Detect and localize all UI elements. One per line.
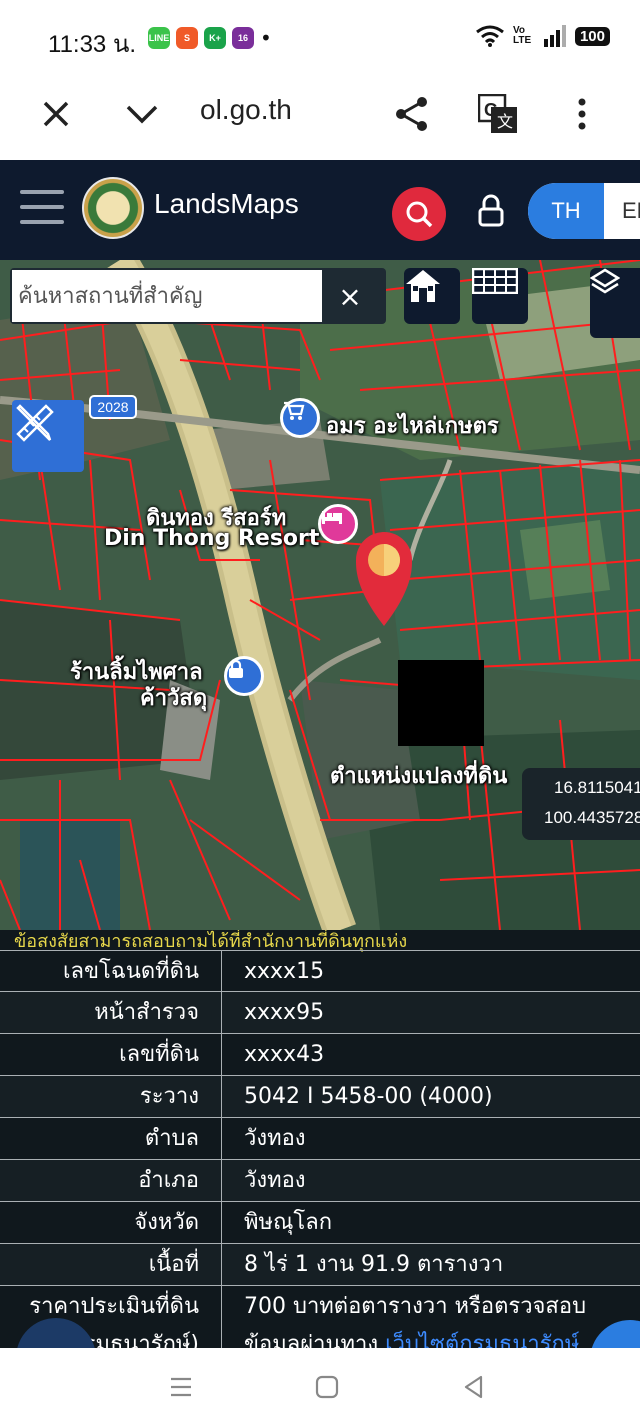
table-row: เลขโฉนดที่ดิน xxxx15 <box>0 950 640 992</box>
home-view-button[interactable] <box>404 268 460 324</box>
kplus-app-icon: K+ <box>204 27 226 49</box>
lang-th-option[interactable]: TH <box>528 183 604 239</box>
back-nav-icon[interactable] <box>458 1372 488 1402</box>
coordinate-readout: 16.8115041 100.4435728 <box>522 768 640 840</box>
battery-indicator: 100 <box>574 26 610 46</box>
row-value: วังทอง <box>244 1168 306 1193</box>
poi-label-resort-en: Din Thong Resort <box>104 526 320 551</box>
hotel-bed-icon[interactable] <box>318 504 358 544</box>
parcel-location-label: ตำแหน่งแปลงที่ดิน <box>330 764 508 789</box>
row-label: อำเภอ <box>0 1160 222 1201</box>
status-indicators: Vo LTE 100 <box>475 24 610 48</box>
measure-tool-button[interactable] <box>12 400 84 472</box>
brand-title: LandsMaps <box>154 188 299 219</box>
road-number-label: 2028 <box>97 399 128 415</box>
svg-text:文: 文 <box>497 113 513 131</box>
ruler-pencil-icon <box>16 404 54 442</box>
wifi-icon <box>476 25 504 47</box>
row-value: 5042 I 5458-00 (4000) <box>244 1084 493 1109</box>
home-icon <box>406 270 440 302</box>
price-label-line1: ราคาประเมินที่ดิน <box>29 1294 199 1319</box>
store-lock-icon[interactable] <box>224 656 264 696</box>
poi-label-amorn: อมร อะไหล่เกษตร <box>326 414 499 439</box>
lang-en-option[interactable]: EN <box>604 183 640 239</box>
browser-toolbar: ol.go.th G 文 <box>0 72 640 160</box>
layers-button[interactable] <box>590 268 640 338</box>
more-menu-icon[interactable] <box>560 92 604 136</box>
table-row-price: ราคาประเมินที่ดิน (กรมธนารักษ์) 700 บาทต… <box>0 1286 640 1348</box>
row-label: เลขโฉนดที่ดิน <box>0 951 222 991</box>
translate-icon[interactable]: G 文 <box>476 92 520 136</box>
system-nav-bar <box>0 1348 640 1425</box>
table-row: ระวาง 5042 I 5458-00 (4000) <box>0 1076 640 1118</box>
longitude-value: 100.4435728 <box>544 808 640 827</box>
home-nav-icon[interactable] <box>312 1372 342 1402</box>
row-value: xxxx95 <box>244 1000 325 1025</box>
ch16-app-icon: 16 <box>232 27 254 49</box>
place-search-input[interactable] <box>12 270 322 322</box>
dol-logo <box>82 177 144 239</box>
row-value: xxxx15 <box>244 959 325 984</box>
row-value: วังทอง <box>244 1126 306 1151</box>
row-label: จังหวัด <box>0 1202 222 1243</box>
status-bar: 11:33 น. LINE S K+ 16 • Vo LTE 100 <box>0 0 640 72</box>
clear-search-icon[interactable]: × <box>330 276 370 316</box>
latitude-value: 16.8115041 <box>554 778 640 797</box>
row-value: xxxx43 <box>244 1042 325 1067</box>
table-row: หน้าสำรวจ xxxx95 <box>0 992 640 1034</box>
search-button[interactable] <box>392 187 446 241</box>
treasury-website-link[interactable]: เว็บไซต์กรมธนารักษ์ <box>385 1332 579 1348</box>
shopee-app-icon: S <box>176 27 198 49</box>
row-label: หน้าสำรวจ <box>0 992 222 1033</box>
app-header: LandsMaps TH EN <box>0 160 640 260</box>
language-toggle[interactable]: TH EN <box>528 183 640 239</box>
line-app-icon: LINE <box>148 27 170 49</box>
table-row: จังหวัด พิษณุโลก <box>0 1202 640 1244</box>
place-search: × <box>10 268 386 324</box>
svg-text:G: G <box>484 100 498 120</box>
volte-indicator: Vo LTE <box>512 25 532 46</box>
row-label: ตำบล <box>0 1118 222 1159</box>
row-label: เลขที่ดิน <box>0 1034 222 1075</box>
more-notifications-dot: • <box>260 26 272 50</box>
parcel-info-panel: ข้อสงสัยสามารถสอบถามได้ที่สำนักงานที่ดิน… <box>0 930 640 1348</box>
redacted-block <box>398 660 484 746</box>
price-value-line2: ข้อมูลผ่านทาง เว็บไซต์กรมธนารักษ์ <box>244 1326 640 1348</box>
shop-cart-icon[interactable] <box>280 398 320 438</box>
notification-icons: LINE S K+ 16 • <box>148 26 272 50</box>
url-text[interactable]: ol.go.th <box>200 94 292 126</box>
poi-label-store-2: ค้าวัสดุ <box>140 686 208 711</box>
recent-apps-icon[interactable] <box>166 1372 196 1402</box>
share-icon[interactable] <box>390 92 434 136</box>
row-value: 8 ไร่ 1 งาน 91.9 ตารางวา <box>244 1252 504 1277</box>
status-time: 11:33 น. <box>48 31 137 58</box>
table-row: เนื้อที่ 8 ไร่ 1 งาน 91.9 ตารางวา <box>0 1244 640 1286</box>
chevron-down-icon[interactable] <box>120 92 164 136</box>
grid-icon <box>472 268 518 294</box>
signal-icon <box>543 25 566 47</box>
grid-view-button[interactable] <box>472 268 528 324</box>
price-value: 700 บาทต่อตารางวา หรือตรวจสอบ ข้อมูลผ่าน… <box>222 1286 640 1348</box>
layers-icon <box>590 268 620 294</box>
hamburger-menu-icon[interactable] <box>20 190 64 224</box>
row-value: พิษณุโลก <box>244 1210 333 1235</box>
row-label: ระวาง <box>0 1076 222 1117</box>
lock-icon[interactable] <box>474 192 508 232</box>
row-label: เนื้อที่ <box>0 1244 222 1285</box>
table-row: เลขที่ดิน xxxx43 <box>0 1034 640 1076</box>
map-view[interactable]: 2028 × <box>0 260 640 930</box>
parcel-info-table: เลขโฉนดที่ดิน xxxx15 หน้าสำรวจ xxxx95 เล… <box>0 950 640 1348</box>
search-icon <box>406 201 433 228</box>
price-value-line1: 700 บาทต่อตารางวา หรือตรวจสอบ <box>244 1294 587 1319</box>
table-row: อำเภอ วังทอง <box>0 1160 640 1202</box>
price-value-prefix: ข้อมูลผ่านทาง <box>244 1332 379 1348</box>
table-row: ตำบล วังทอง <box>0 1118 640 1160</box>
close-icon[interactable] <box>34 92 78 136</box>
